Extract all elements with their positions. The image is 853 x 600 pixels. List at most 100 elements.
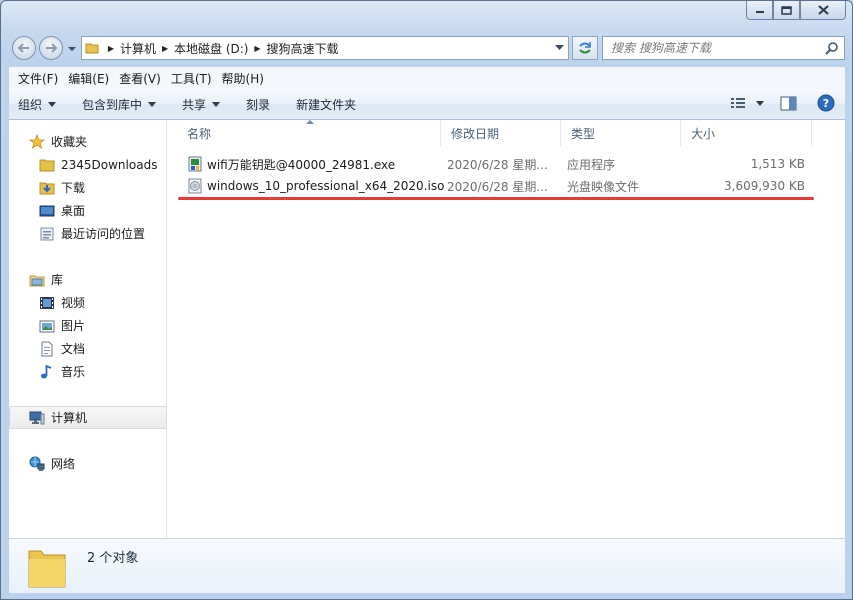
breadcrumb-arrow-icon[interactable]: ▶	[156, 44, 174, 53]
address-bar[interactable]: ▶ 计算机 ▶ 本地磁盘 (D:) ▶ 搜狗高速下载	[81, 36, 569, 60]
menu-view[interactable]: 查看(V)	[114, 70, 166, 87]
sidebar-item-label: 视频	[61, 296, 86, 310]
forward-button[interactable]	[39, 36, 63, 60]
column-header-label: 大小	[691, 126, 716, 141]
sidebar-item-label: 图片	[61, 319, 86, 333]
table-row[interactable]: windows_10_professional_x64_2020.iso 202…	[168, 175, 828, 197]
search-icon[interactable]	[825, 41, 839, 55]
recent-places-icon	[39, 226, 55, 242]
folder-icon	[39, 157, 55, 173]
chevron-down-icon[interactable]	[756, 100, 764, 106]
recent-pages-dropdown[interactable]	[67, 43, 77, 53]
breadcrumb-arrow-icon[interactable]: ▶	[248, 44, 266, 53]
large-folder-icon	[27, 545, 67, 592]
sidebar-item-videos[interactable]: 视频	[9, 291, 167, 314]
sidebar-item-pictures[interactable]: 图片	[9, 314, 167, 337]
change-view-button[interactable]	[730, 96, 764, 110]
sidebar-item-recent-places[interactable]: 最近访问的位置	[9, 222, 167, 245]
file-name-cell[interactable]: windows_10_professional_x64_2020.iso	[187, 175, 444, 197]
file-name-cell[interactable]: wifi万能钥匙@40000_24981.exe	[187, 153, 395, 175]
include-in-library-label: 包含到库中	[82, 97, 143, 112]
file-date-cell: 2020/6/28 星期...	[447, 157, 548, 172]
sidebar-item-label: 桌面	[61, 204, 86, 218]
navigation-row: ▶ 计算机 ▶ 本地磁盘 (D:) ▶ 搜狗高速下载	[1, 33, 852, 61]
table-row[interactable]: wifi万能钥匙@40000_24981.exe 2020/6/28 星期...…	[168, 153, 828, 175]
svg-text:?: ?	[823, 97, 829, 110]
chevron-down-icon	[212, 101, 221, 107]
file-list: 名称 修改日期 类型 大小 wifi万能钥匙@40000_24981.exe 2…	[168, 120, 845, 538]
new-folder-button[interactable]: 新建文件夹	[296, 96, 356, 113]
computer-icon	[29, 410, 45, 426]
sidebar-item-label: 音乐	[61, 365, 86, 379]
iso-icon	[187, 178, 203, 194]
breadcrumb-current-folder[interactable]: 搜狗高速下载	[266, 37, 338, 59]
folder-icon	[82, 41, 102, 55]
search-input[interactable]	[611, 41, 821, 55]
sidebar-item-downloads[interactable]: 下载	[9, 176, 167, 199]
chevron-down-icon	[48, 101, 57, 107]
minimize-icon	[755, 11, 764, 13]
share-button[interactable]: 共享	[182, 96, 221, 113]
share-label: 共享	[182, 97, 207, 112]
music-icon	[39, 364, 55, 380]
desktop-icon	[39, 203, 55, 219]
chevron-down-icon	[68, 47, 76, 51]
download-folder-icon	[39, 180, 55, 196]
organize-label: 组织	[18, 97, 43, 112]
column-header-label: 名称	[187, 126, 212, 141]
file-size-cell: 3,609,930 KB	[724, 179, 805, 193]
file-name: windows_10_professional_x64_2020.iso	[207, 179, 445, 193]
sidebar-item-network[interactable]: 网络	[9, 452, 167, 475]
video-icon	[39, 295, 55, 311]
menu-help[interactable]: 帮助(H)	[217, 70, 269, 87]
file-size-cell: 1,513 KB	[750, 157, 805, 171]
chevron-down-icon	[554, 45, 564, 50]
close-button[interactable]	[800, 1, 846, 20]
organize-button[interactable]: 组织	[18, 96, 57, 113]
sidebar-item-label: 最近访问的位置	[61, 227, 146, 241]
minimize-button[interactable]	[746, 1, 773, 20]
command-bar: 组织 包含到库中 共享 刻录 新建文件夹 ?	[9, 89, 845, 120]
sidebar-item-label: 计算机	[51, 411, 88, 425]
chevron-down-icon	[148, 101, 157, 107]
breadcrumb-computer[interactable]: 计算机	[120, 37, 156, 59]
preview-pane-icon	[780, 96, 797, 110]
address-dropdown[interactable]	[550, 37, 568, 59]
search-box[interactable]	[602, 36, 845, 60]
preview-pane-button[interactable]	[780, 96, 797, 111]
column-header-name[interactable]: 名称	[177, 120, 441, 146]
sidebar-item-label: 下载	[61, 181, 86, 195]
red-annotation-underline	[178, 197, 814, 200]
sidebar-item-computer[interactable]: 计算机	[9, 406, 167, 429]
help-icon: ?	[817, 94, 835, 112]
file-name: wifi万能钥匙@40000_24981.exe	[207, 157, 396, 172]
picture-icon	[39, 318, 55, 334]
sidebar-item-desktop[interactable]: 桌面	[9, 199, 167, 222]
sidebar-item-label: 文档	[61, 342, 86, 356]
menu-file[interactable]: 文件(F)	[13, 70, 63, 87]
column-header-size[interactable]: 大小	[681, 120, 812, 146]
column-header-type[interactable]: 类型	[561, 120, 681, 146]
sidebar-item-libraries[interactable]: 库	[9, 268, 167, 291]
refresh-button[interactable]	[572, 36, 598, 60]
help-button[interactable]: ?	[817, 94, 835, 112]
network-icon	[29, 456, 45, 472]
breadcrumb-drive-d[interactable]: 本地磁盘 (D:)	[174, 37, 248, 59]
menu-tools[interactable]: 工具(T)	[166, 70, 217, 87]
breadcrumb-arrow-icon[interactable]: ▶	[102, 44, 120, 53]
menu-edit[interactable]: 编辑(E)	[63, 70, 114, 87]
forward-arrow-icon	[46, 43, 58, 53]
column-header-date[interactable]: 修改日期	[441, 120, 561, 146]
sidebar-item-2345downloads[interactable]: 2345Downloads	[9, 153, 167, 176]
sidebar-item-label: 收藏夹	[51, 135, 88, 149]
sidebar-item-label: 网络	[51, 457, 76, 471]
back-button[interactable]	[12, 36, 36, 60]
sidebar-item-documents[interactable]: 文档	[9, 337, 167, 360]
maximize-button[interactable]	[773, 1, 800, 20]
sidebar-item-music[interactable]: 音乐	[9, 360, 167, 383]
sidebar-item-favorites[interactable]: 收藏夹	[9, 130, 167, 153]
burn-button[interactable]: 刻录	[246, 96, 270, 113]
menu-bar: 文件(F) 编辑(E) 查看(V) 工具(T) 帮助(H)	[9, 67, 845, 89]
include-in-library-button[interactable]: 包含到库中	[82, 96, 157, 113]
back-arrow-icon	[17, 43, 29, 53]
